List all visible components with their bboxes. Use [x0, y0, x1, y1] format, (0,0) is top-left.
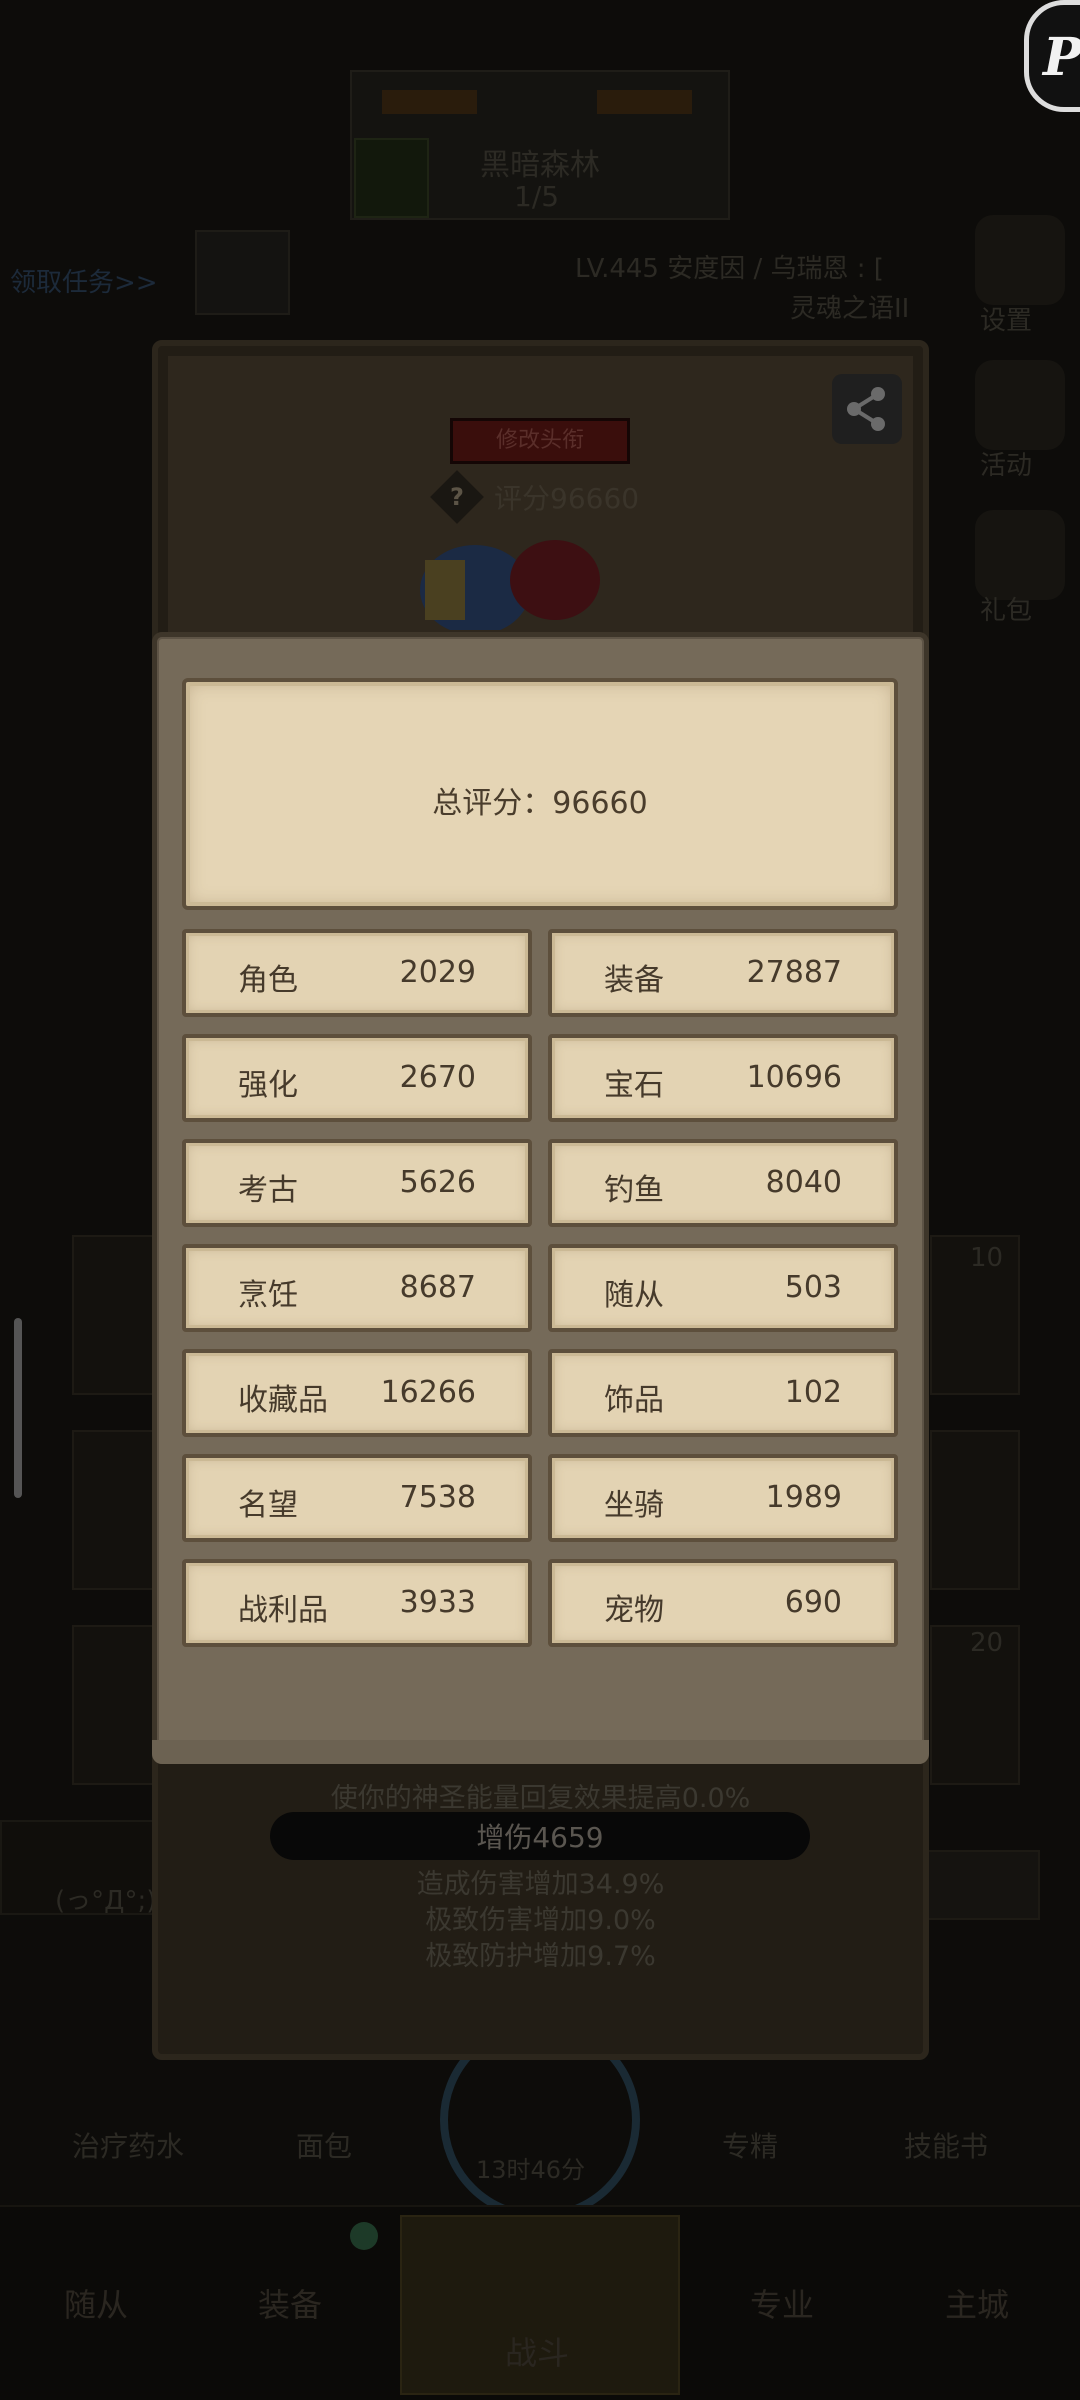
settings-label: 设置	[980, 306, 1033, 336]
score-item-value: 16266	[380, 1375, 476, 1410]
region-thumbnail	[354, 138, 429, 218]
item-potion[interactable]: 治疗药水	[72, 2125, 184, 2165]
score-item-label: 收藏品	[238, 1383, 328, 1418]
score-item-label: 坐骑	[604, 1488, 664, 1523]
equipment-slot[interactable]	[72, 1235, 162, 1395]
guild-name: 灵魂之语II	[790, 294, 910, 324]
score-item: 强化 2670	[182, 1034, 532, 1122]
score-item: 考古 5626	[182, 1139, 532, 1227]
score-item-value: 7538	[399, 1480, 476, 1515]
score-item: 战利品 3933	[182, 1559, 532, 1647]
item-bread[interactable]: 面包	[296, 2125, 352, 2165]
score-item-value: 690	[784, 1585, 842, 1620]
corner-badge-glyph: P	[1043, 27, 1080, 88]
score-item-value: 2029	[399, 955, 476, 990]
effect-line: 造成伤害增加34.9%	[416, 1869, 665, 1900]
score-item: 钓鱼 8040	[548, 1139, 898, 1227]
player-level-line: LV.445 安度因 / 乌瑞恩 : [	[575, 254, 884, 284]
region-page: 1/5	[514, 180, 560, 213]
popup-bottom-edge	[152, 1740, 929, 1764]
share-button[interactable]	[832, 374, 902, 444]
player-score: 评分96660	[494, 482, 640, 515]
equipment-slot[interactable]	[72, 1430, 162, 1590]
event-label: 活动	[980, 451, 1033, 481]
progress-bar-right	[597, 90, 692, 114]
slot-count: 20	[970, 1628, 1004, 1658]
score-item-label: 装备	[604, 963, 664, 998]
damage-bonus: 增伤4659	[476, 1821, 604, 1854]
edit-title-button[interactable]: 修改头衔	[450, 418, 630, 464]
progress-bar-left	[382, 90, 477, 114]
score-item: 坐骑 1989	[548, 1454, 898, 1542]
settings-icon[interactable]	[975, 215, 1065, 305]
score-item-label: 角色	[238, 963, 298, 998]
effect-line: 极致防护增加9.7%	[425, 1941, 656, 1972]
score-item-label: 饰品	[604, 1383, 664, 1418]
score-item: 宠物 690	[548, 1559, 898, 1647]
total-score-card: 总评分：96660	[182, 678, 898, 910]
total-score: 总评分：96660	[432, 786, 648, 821]
score-item-value: 102	[784, 1375, 842, 1410]
score-item-value: 1989	[765, 1480, 842, 1515]
gift-icon[interactable]	[975, 510, 1065, 600]
battle-timer: 13时46分	[476, 2156, 586, 2184]
nav-battle[interactable]: 战斗	[505, 2328, 569, 2374]
score-item-value: 5626	[399, 1165, 476, 1200]
score-item-label: 钓鱼	[604, 1173, 664, 1208]
score-item-label: 名望	[238, 1488, 298, 1523]
score-item-value: 27887	[746, 955, 842, 990]
gift-label: 礼包	[980, 596, 1033, 626]
score-item-label: 战利品	[238, 1593, 328, 1628]
share-icon	[847, 387, 885, 431]
character-avatar	[420, 540, 600, 630]
score-item-label: 考古	[238, 1173, 298, 1208]
score-item-label: 烹饪	[238, 1278, 298, 1313]
score-item-label: 宠物	[604, 1593, 664, 1628]
side-scrollbar[interactable]	[14, 1318, 22, 1498]
nav-profession[interactable]: 专业	[750, 2280, 814, 2326]
slot-count: 10	[970, 1243, 1004, 1273]
score-item-label: 强化	[238, 1068, 298, 1103]
score-item-label: 随从	[604, 1278, 664, 1313]
score-item: 随从 503	[548, 1244, 898, 1332]
quest-icon[interactable]	[195, 230, 290, 315]
corner-badge[interactable]: P	[1024, 0, 1080, 112]
equipment-slot[interactable]	[930, 1430, 1020, 1590]
item-specialty[interactable]: 专精	[722, 2125, 778, 2165]
score-item-value: 3933	[399, 1585, 476, 1620]
equipment-slot[interactable]	[72, 1625, 162, 1785]
score-item-value: 2670	[399, 1060, 476, 1095]
score-item-value: 8687	[399, 1270, 476, 1305]
score-item: 角色 2029	[182, 929, 532, 1017]
event-icon[interactable]	[975, 360, 1065, 450]
score-item: 烹饪 8687	[182, 1244, 532, 1332]
notification-dot	[350, 2222, 378, 2250]
score-item: 收藏品 16266	[182, 1349, 532, 1437]
score-item-value: 10696	[746, 1060, 842, 1095]
item-skillbook[interactable]: 技能书	[904, 2125, 988, 2165]
nav-followers[interactable]: 随从	[64, 2280, 128, 2326]
score-item: 饰品 102	[548, 1349, 898, 1437]
nav-main-city[interactable]: 主城	[945, 2280, 1009, 2326]
message-strip-text: (っ°Д°;)	[55, 1886, 157, 1916]
effect-line: 极致伤害增加9.0%	[425, 1905, 656, 1936]
help-icon[interactable]: ?	[430, 470, 484, 524]
score-item-label: 宝石	[604, 1068, 664, 1103]
nav-equipment[interactable]: 装备	[258, 2280, 322, 2326]
help-icon-glyph: ?	[450, 483, 464, 511]
score-item: 装备 27887	[548, 929, 898, 1017]
score-item: 名望 7538	[182, 1454, 532, 1542]
quest-link[interactable]: 领取任务>>	[10, 262, 158, 299]
effect-line: 使你的神圣能量回复效果提高0.0%	[330, 1783, 751, 1814]
score-item-value: 8040	[765, 1165, 842, 1200]
region-name: 黑暗森林	[480, 148, 600, 183]
score-item: 宝石 10696	[548, 1034, 898, 1122]
score-item-value: 503	[784, 1270, 842, 1305]
